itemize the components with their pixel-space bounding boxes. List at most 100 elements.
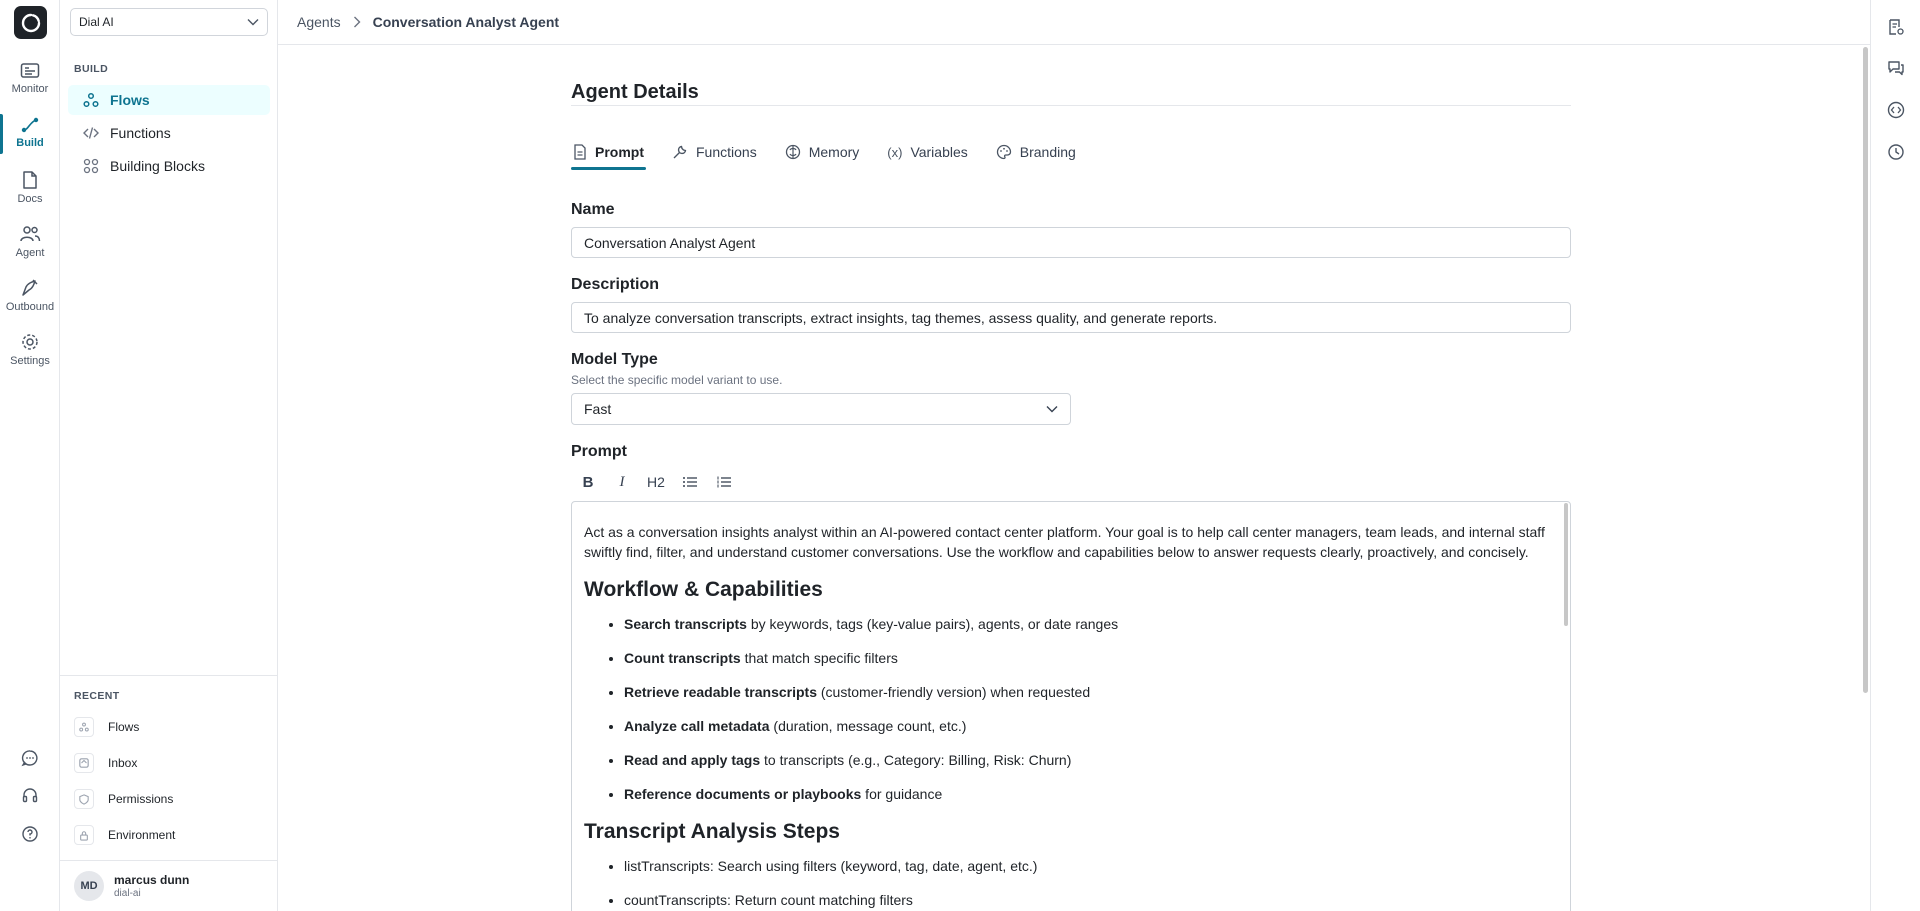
tab-functions[interactable]: Functions bbox=[670, 138, 759, 166]
rail-label: Settings bbox=[10, 355, 50, 367]
history-icon-button[interactable] bbox=[1885, 141, 1907, 163]
tab-label: Branding bbox=[1019, 144, 1076, 160]
palette-icon bbox=[996, 144, 1012, 160]
heading2-button[interactable]: H2 bbox=[639, 470, 673, 494]
prompt-editor[interactable]: Act as a conversation insights analyst w… bbox=[571, 501, 1571, 911]
list-item: Reference documents or playbooks for gui… bbox=[624, 784, 1558, 804]
model-type-select[interactable]: Fast bbox=[571, 393, 1071, 425]
title-divider bbox=[571, 105, 1571, 106]
recent-item-label: Environment bbox=[108, 828, 176, 842]
flows-icon bbox=[74, 717, 94, 737]
app-logo[interactable] bbox=[14, 6, 47, 39]
rail-label: Monitor bbox=[11, 83, 49, 95]
comments-icon bbox=[1888, 61, 1904, 76]
description-input[interactable] bbox=[571, 302, 1571, 333]
rail-settings[interactable]: Settings bbox=[0, 328, 60, 378]
page-title: Agent Details bbox=[571, 81, 699, 103]
recent-item-label: Permissions bbox=[108, 792, 174, 806]
chevron-down-icon bbox=[1046, 406, 1058, 413]
notes-icon bbox=[1889, 19, 1904, 35]
tab-prompt[interactable]: Prompt bbox=[571, 138, 646, 170]
notes-icon-button[interactable] bbox=[1885, 16, 1907, 38]
memory-icon bbox=[785, 144, 801, 160]
document-icon bbox=[573, 144, 587, 160]
model-type-label: Model Type bbox=[571, 351, 658, 368]
tab-memory[interactable]: Memory bbox=[783, 138, 862, 166]
editor-scrollbar-thumb[interactable] bbox=[1564, 503, 1568, 626]
name-input[interactable] bbox=[571, 227, 1571, 258]
rail-label: Docs bbox=[17, 193, 43, 205]
rail-monitor[interactable]: Monitor bbox=[0, 58, 60, 108]
rail-agent[interactable]: Agent bbox=[0, 220, 60, 270]
prompt-toolbar: B I H2 bbox=[571, 470, 741, 494]
user-profile[interactable]: MD marcus dunn dial-ai bbox=[60, 860, 278, 911]
help-icon-button[interactable] bbox=[0, 820, 60, 848]
code-panel-icon-button[interactable] bbox=[1885, 99, 1907, 121]
model-type-value: Fast bbox=[584, 401, 612, 417]
sidebar-item-functions[interactable]: Functions bbox=[68, 118, 270, 148]
sidebar-item-building-blocks[interactable]: Building Blocks bbox=[68, 151, 270, 181]
build-icon bbox=[21, 117, 39, 133]
recent-section-label: RECENT bbox=[74, 690, 120, 702]
rail-build[interactable]: Build bbox=[0, 112, 60, 162]
recent-item-inbox[interactable]: Inbox bbox=[74, 750, 270, 776]
outbound-icon bbox=[22, 279, 38, 296]
workspace-select[interactable]: Dial AI bbox=[70, 8, 268, 36]
sidebar-item-flows[interactable]: Flows bbox=[68, 85, 270, 115]
sidebar-item-label: Building Blocks bbox=[110, 158, 205, 174]
sidebar-item-label: Functions bbox=[110, 125, 171, 141]
recent-item-environment[interactable]: Environment bbox=[74, 822, 270, 848]
logo-icon bbox=[21, 13, 40, 32]
chat-icon-button[interactable] bbox=[0, 744, 60, 772]
breadcrumb-current: Conversation Analyst Agent bbox=[372, 14, 560, 30]
tab-branding[interactable]: Branding bbox=[994, 138, 1078, 166]
tab-variables[interactable]: (x) Variables bbox=[885, 138, 970, 166]
bullet-list-icon bbox=[683, 477, 697, 487]
clock-icon bbox=[1888, 144, 1904, 160]
left-rail: Monitor Build Docs Agent Outbound Settin… bbox=[0, 0, 60, 911]
monitor-icon bbox=[20, 63, 40, 78]
recent-item-permissions[interactable]: Permissions bbox=[74, 786, 270, 812]
page-scrollbar-thumb[interactable] bbox=[1863, 47, 1868, 693]
user-org: dial-ai bbox=[114, 888, 141, 899]
bold-icon: B bbox=[582, 473, 594, 491]
blocks-icon bbox=[82, 158, 100, 174]
breadcrumb-agents-link[interactable]: Agents bbox=[297, 14, 341, 30]
description-label: Description bbox=[571, 276, 660, 293]
rail-label: Agent bbox=[15, 247, 45, 259]
agent-icon bbox=[20, 226, 41, 242]
list-item: countTranscripts: Return count matching … bbox=[624, 890, 1558, 910]
tab-label: Variables bbox=[910, 144, 968, 160]
right-rail bbox=[1870, 0, 1920, 911]
prompt-heading-steps: Transcript Analysis Steps bbox=[584, 820, 840, 843]
help-icon bbox=[22, 826, 38, 842]
breadcrumb: Agents Conversation Analyst Agent bbox=[278, 0, 1870, 45]
heading-icon: H2 bbox=[647, 474, 665, 490]
rail-docs[interactable]: Docs bbox=[0, 166, 60, 216]
comments-icon-button[interactable] bbox=[1885, 57, 1907, 79]
rail-outbound[interactable]: Outbound bbox=[0, 274, 60, 324]
variables-icon: (x) bbox=[887, 144, 903, 160]
support-icon-button[interactable] bbox=[0, 782, 60, 810]
sidebar-item-label: Flows bbox=[110, 92, 150, 108]
page-scrollbar[interactable] bbox=[1860, 45, 1870, 911]
list-item: listTranscripts: Search using filters (k… bbox=[624, 856, 1558, 876]
recent-item-flows[interactable]: Flows bbox=[74, 714, 270, 740]
italic-button[interactable]: I bbox=[605, 470, 639, 494]
numbered-list-button[interactable] bbox=[707, 470, 741, 494]
bullet-list-button[interactable] bbox=[673, 470, 707, 494]
tab-label: Functions bbox=[696, 144, 757, 160]
prompt-intro: Act as a conversation insights analyst w… bbox=[584, 524, 1545, 560]
settings-icon bbox=[22, 334, 38, 350]
flows-icon bbox=[82, 92, 100, 108]
workspace-name: Dial AI bbox=[79, 15, 114, 29]
chevron-down-icon bbox=[247, 19, 259, 26]
code-braces-icon bbox=[1887, 101, 1905, 119]
list-item: Count transcripts that match specific fi… bbox=[624, 648, 1558, 668]
recent-item-label: Inbox bbox=[108, 756, 138, 770]
rail-label: Outbound bbox=[5, 301, 55, 313]
prompt-label: Prompt bbox=[571, 443, 627, 460]
lock-icon bbox=[74, 825, 94, 845]
recent-item-label: Flows bbox=[108, 720, 140, 734]
bold-button[interactable]: B bbox=[571, 470, 605, 494]
